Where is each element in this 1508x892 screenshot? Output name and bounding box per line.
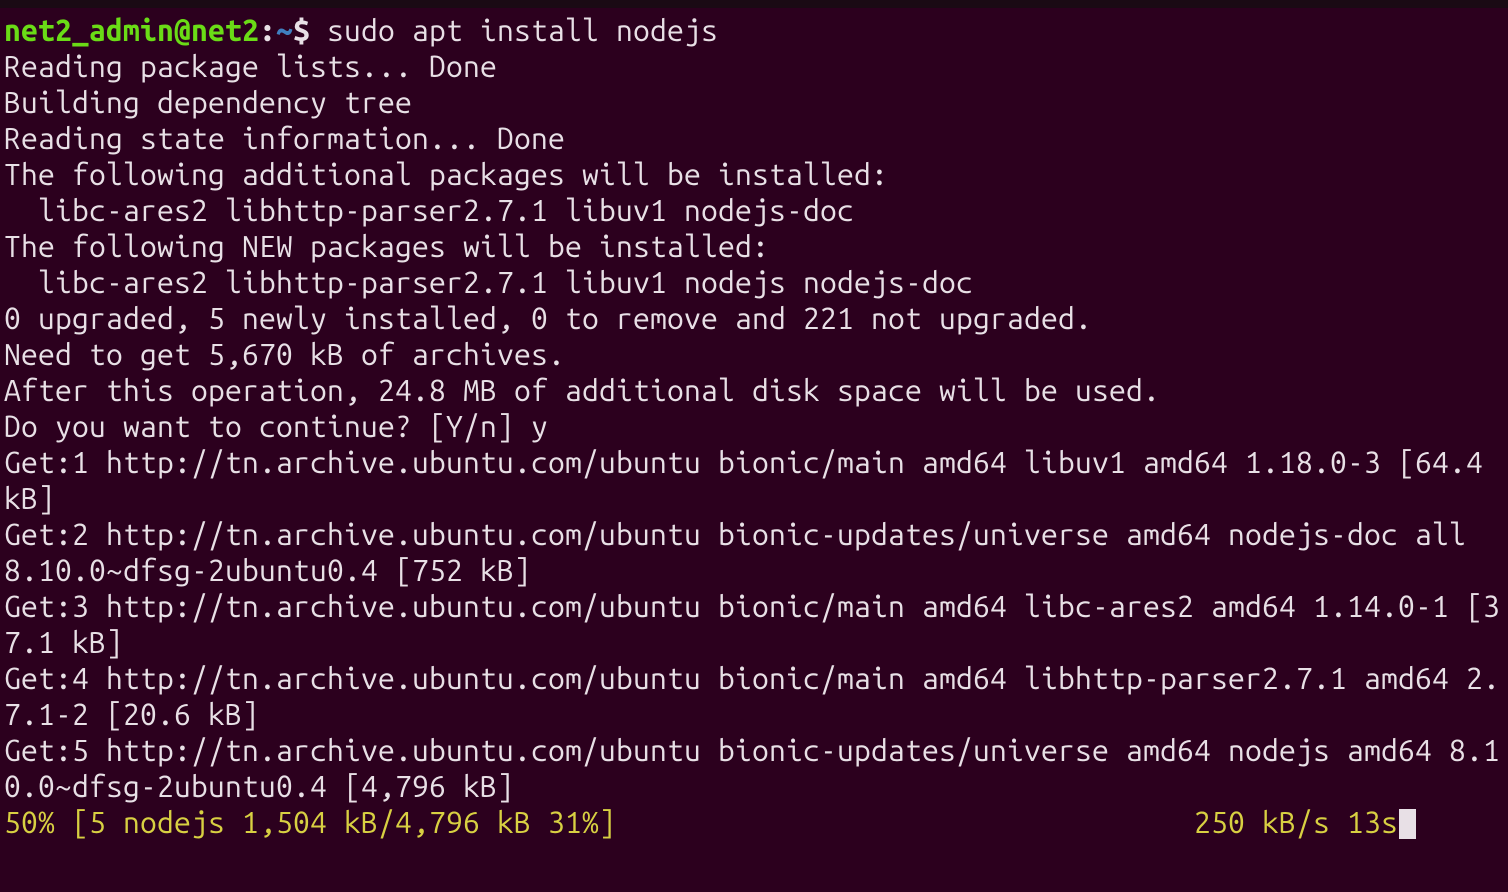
output-line: Need to get 5,670 kB of archives. — [4, 337, 565, 371]
prompt-user: net2_admin — [4, 13, 174, 47]
output-line: After this operation, 24.8 MB of additio… — [4, 373, 1160, 407]
output-line: Get:3 http://tn.archive.ubuntu.com/ubunt… — [4, 589, 1500, 659]
output-line: Building dependency tree — [4, 85, 412, 119]
prompt-path: ~ — [276, 13, 293, 47]
prompt-at: @ — [174, 13, 191, 47]
prompt-host: net2 — [191, 13, 259, 47]
prompt-dollar: $ — [293, 13, 310, 47]
output-line: Reading state information... Done — [4, 121, 565, 155]
output-line: Reading package lists... Done — [4, 49, 497, 83]
output-line: Do you want to continue? [Y/n] y — [4, 409, 548, 443]
progress-right: 250 kB/s 13s — [1194, 805, 1398, 839]
output-line: The following additional packages will b… — [4, 157, 888, 191]
output-line: Get:2 http://tn.archive.ubuntu.com/ubunt… — [4, 517, 1483, 587]
terminal-output[interactable]: net2_admin@net2:~$ sudo apt install node… — [0, 8, 1508, 844]
prompt-colon: : — [259, 13, 276, 47]
command-text: sudo apt install nodejs — [327, 13, 718, 47]
output-line: Get:5 http://tn.archive.ubuntu.com/ubunt… — [4, 733, 1500, 803]
output-line: Get:1 http://tn.archive.ubuntu.com/ubunt… — [4, 445, 1500, 515]
output-line: libc-ares2 libhttp-parser2.7.1 libuv1 no… — [4, 265, 973, 299]
window-titlebar — [0, 0, 1508, 8]
progress-spacer — [616, 805, 1194, 839]
output-line: Get:4 http://tn.archive.ubuntu.com/ubunt… — [4, 661, 1500, 731]
output-line: 0 upgraded, 5 newly installed, 0 to remo… — [4, 301, 1092, 335]
output-line: libc-ares2 libhttp-parser2.7.1 libuv1 no… — [4, 193, 854, 227]
progress-left: 50% [5 nodejs 1,504 kB/4,796 kB 31%] — [4, 805, 616, 839]
output-line: The following NEW packages will be insta… — [4, 229, 769, 263]
cursor — [1399, 809, 1416, 839]
